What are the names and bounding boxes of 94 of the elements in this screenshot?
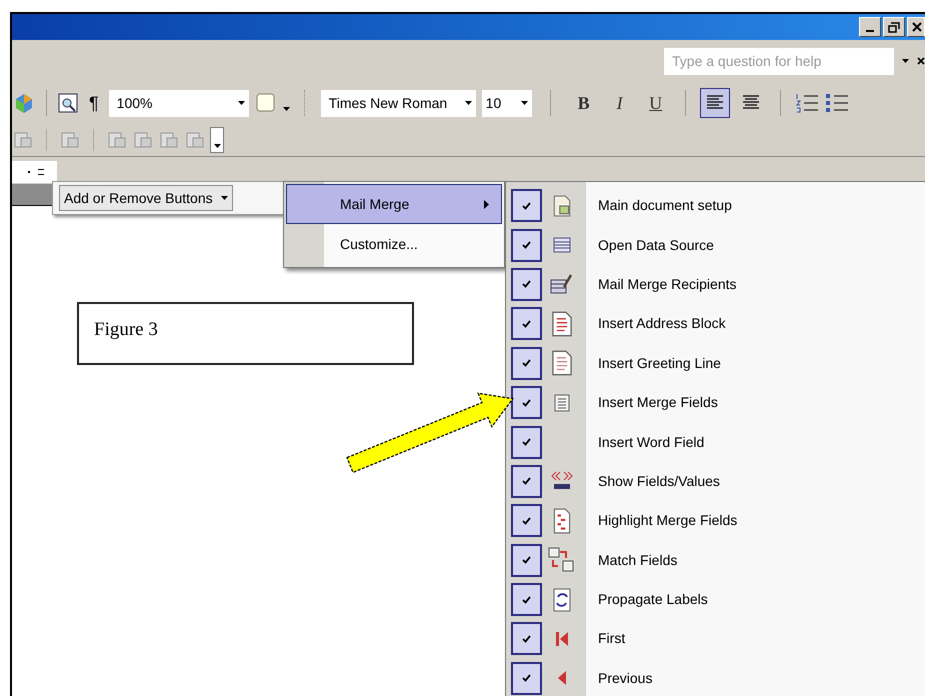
menu-item-label: Open Data Source <box>597 236 714 255</box>
dropdown-arrow-icon <box>464 101 472 105</box>
menu-item[interactable]: Main document setup <box>506 186 925 226</box>
checkmark-icon <box>522 516 531 525</box>
checkmark-icon <box>522 477 531 486</box>
add-remove-buttons-menu[interactable]: Add or Remove Buttons <box>52 181 285 215</box>
checkmark-icon <box>522 596 531 604</box>
dropdown-arrow-icon <box>238 101 245 105</box>
zoom-field[interactable]: 100% <box>108 90 249 116</box>
dropdown-arrow-icon <box>902 59 909 63</box>
checkmark-icon <box>522 359 531 368</box>
submenu-arrow-icon <box>484 200 489 208</box>
dropdown-arrow-icon <box>214 144 220 148</box>
menu-item[interactable]: Open Data Source <box>506 225 925 265</box>
menu-item-label: Main document setup <box>597 196 732 216</box>
checkbox[interactable] <box>511 622 542 656</box>
checkmark-icon <box>522 438 531 446</box>
menu-item-label: Previous <box>597 668 652 688</box>
numbered-list-icon[interactable] <box>794 93 819 113</box>
previous-record-icon <box>557 670 567 686</box>
checkbox[interactable] <box>511 426 542 459</box>
bulleted-list-icon[interactable] <box>824 93 849 113</box>
highlighted-document-icon <box>551 508 573 534</box>
menu-item-label: Insert Greeting Line <box>597 354 721 373</box>
menu-item-label: Show Fields/Values <box>597 472 720 491</box>
first-record-icon <box>555 630 569 647</box>
restore-icon <box>888 22 900 32</box>
align-left-icon <box>706 95 724 111</box>
minimize-icon <box>866 30 874 32</box>
checkbox[interactable] <box>511 228 542 262</box>
menu-item[interactable]: Highlight Merge Fields <box>506 501 925 541</box>
text-box: Figure 3 <box>77 302 414 365</box>
close-icon[interactable] <box>917 57 925 65</box>
menu-item-label: Mail Merge Recipients <box>597 274 736 294</box>
format-button[interactable]: I <box>604 90 635 116</box>
menu-item-label: Insert Word Field <box>597 432 704 452</box>
checkmark-icon <box>522 320 531 328</box>
checkbox[interactable] <box>511 464 542 498</box>
toolbar-options-icon <box>282 107 290 111</box>
document-setup-icon <box>551 194 573 217</box>
menu-item-label: First <box>597 629 626 648</box>
refresh-document-icon <box>552 588 572 612</box>
menu-item[interactable]: Propagate Labels <box>506 580 925 620</box>
menu-label: Add or Remove Buttons <box>64 188 213 208</box>
matching-tables-icon <box>548 547 576 574</box>
list-with-pen-icon <box>550 273 574 296</box>
menu-item[interactable]: Insert Greeting Line <box>506 344 925 383</box>
align-center-icon <box>742 95 760 111</box>
checkbox[interactable] <box>511 544 542 577</box>
align-left-button[interactable] <box>700 88 730 118</box>
submenu-item[interactable]: Customize... <box>286 224 502 264</box>
menu-item-label: Insert Address Block <box>597 314 726 334</box>
checkbox[interactable] <box>511 268 542 301</box>
dropdown-arrow-icon <box>520 101 528 105</box>
checkmark-icon <box>522 556 531 564</box>
checkmark-icon <box>522 398 531 407</box>
font-field[interactable]: Times New Roman <box>320 90 476 116</box>
toolbar-options-button[interactable] <box>210 127 224 153</box>
dropdown-arrow-icon <box>220 196 228 200</box>
menu-item-label: Insert Merge Fields <box>597 393 718 412</box>
checkbox[interactable] <box>511 386 542 420</box>
menu-item[interactable]: Show Fields/Values <box>506 462 925 502</box>
font-size-field[interactable]: 10 <box>482 90 532 116</box>
format-button[interactable]: U <box>640 90 671 116</box>
checkmark-icon <box>522 241 531 250</box>
menu-item[interactable]: Match Fields <box>506 540 925 580</box>
checkbox[interactable] <box>511 583 542 616</box>
menu-item-label: Propagate Labels <box>597 590 708 610</box>
submenu-item[interactable]: Mail Merge <box>286 184 502 224</box>
print-preview-icon[interactable] <box>57 92 79 114</box>
checkbox[interactable] <box>511 189 542 222</box>
checkbox[interactable] <box>511 346 542 380</box>
close-button[interactable] <box>907 17 925 37</box>
checkbox[interactable] <box>511 662 542 695</box>
close-icon <box>912 22 922 32</box>
menu-item[interactable]: Insert Merge Fields <box>506 382 925 422</box>
checkbox[interactable] <box>511 307 542 340</box>
checkmark-icon <box>522 280 531 288</box>
menu-item-label: Highlight Merge Fields <box>597 511 738 530</box>
menu-item[interactable]: Mail Merge Recipients <box>506 264 925 304</box>
minimize-button[interactable] <box>859 17 881 37</box>
checkmark-icon <box>522 674 531 682</box>
menu-item-label: Match Fields <box>597 550 678 570</box>
menu-item[interactable]: First <box>506 619 925 659</box>
checkmark-icon <box>522 634 531 643</box>
format-button[interactable]: B <box>568 90 599 116</box>
checkbox[interactable] <box>511 504 542 538</box>
checkmark-icon <box>522 202 531 210</box>
menu-item[interactable]: Insert Word Field <box>506 422 925 462</box>
paragraph-mark-button[interactable]: ¶ <box>85 90 103 116</box>
menu-item[interactable]: Insert Address Block <box>506 304 925 344</box>
form-icon <box>554 394 570 412</box>
restore-button[interactable] <box>883 17 905 37</box>
menu-item[interactable]: Previous <box>506 658 925 696</box>
